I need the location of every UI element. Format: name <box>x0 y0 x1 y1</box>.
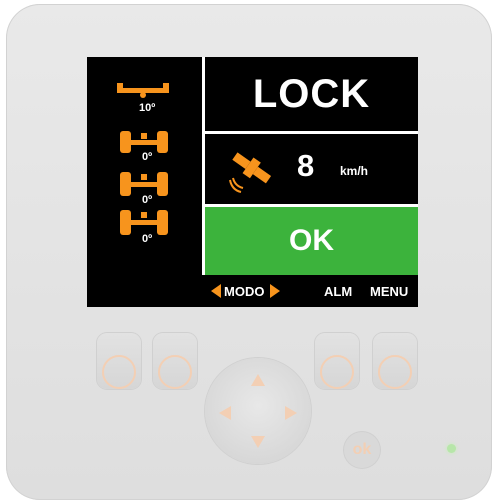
softkey-button-4[interactable] <box>373 333 417 389</box>
direction-pad[interactable] <box>205 358 311 464</box>
lock-status: LOCK <box>252 71 371 116</box>
axle-angle: 0º <box>142 194 153 206</box>
axle-icon <box>120 210 168 235</box>
ok-status: OK <box>205 207 418 275</box>
tilt-axle-icon <box>117 83 169 98</box>
satellite-icon <box>229 152 272 193</box>
softkey-button-2[interactable] <box>153 333 197 389</box>
axle-angle: 10º <box>139 102 156 114</box>
triangle-right-icon[interactable] <box>270 284 280 298</box>
ok-button[interactable]: ok <box>344 432 380 468</box>
status-panel: LOCK 8 km/h OK <box>205 57 418 275</box>
display-screen: 10º 0º 0º 0º LOCK 8 km/h OK MODO ALM MEN… <box>87 57 418 307</box>
mode-label[interactable]: MODO <box>224 284 264 299</box>
softkey-bar: MODO ALM MENU <box>87 275 418 307</box>
softkey-button-3[interactable] <box>315 333 359 389</box>
alarm-label[interactable]: ALM <box>324 284 352 299</box>
softkey-button-1[interactable] <box>97 333 141 389</box>
triangle-left-icon[interactable] <box>211 284 221 298</box>
power-led <box>447 444 456 453</box>
arrow-right-icon <box>285 406 297 420</box>
axle-icon <box>120 172 168 196</box>
arrow-left-icon <box>219 406 231 420</box>
arrow-down-icon <box>251 436 265 448</box>
arrow-icons <box>219 374 297 448</box>
speed-unit: km/h <box>340 164 369 178</box>
arrow-up-icon <box>251 374 265 386</box>
speed-value: 8 <box>297 148 315 183</box>
speed-display: 8 km/h <box>205 134 418 204</box>
axle-angle: 0º <box>142 151 153 163</box>
axle-icon <box>120 131 168 153</box>
axle-angle: 0º <box>142 233 153 245</box>
axle-panel: 10º 0º 0º 0º <box>87 57 200 275</box>
menu-label[interactable]: MENU <box>370 284 408 299</box>
